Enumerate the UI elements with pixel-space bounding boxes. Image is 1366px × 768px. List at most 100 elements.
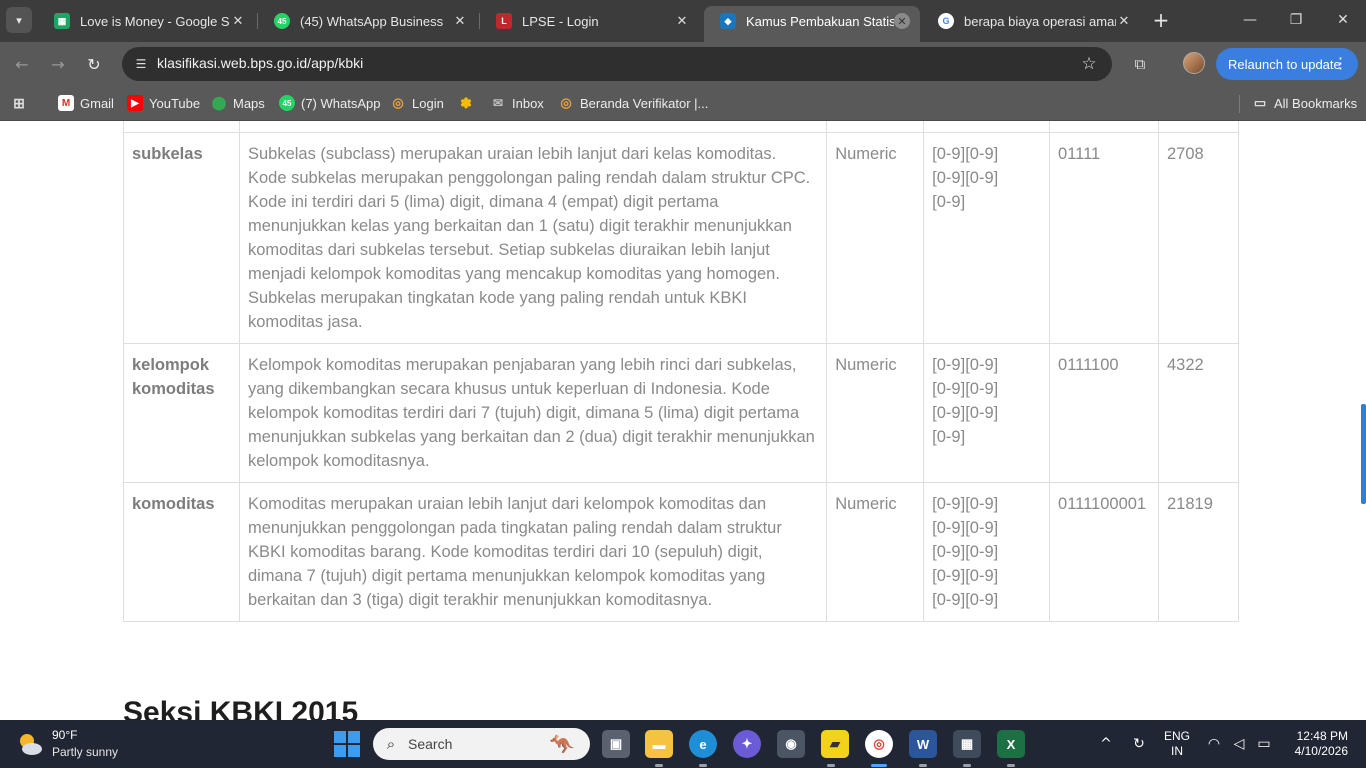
battery-button[interactable]: ▭: [1253, 734, 1275, 754]
wifi-icon: ◠: [1207, 736, 1221, 752]
taskbar-copilot[interactable]: ✦: [733, 730, 761, 758]
word-icon: W: [916, 736, 930, 752]
bookmark-label: Maps: [233, 95, 265, 111]
more-vert-icon: ⋮: [1333, 55, 1348, 72]
running-indicator: [699, 764, 707, 767]
taskbar-clock[interactable]: 12:48 PM 4/10/2026: [1288, 729, 1348, 759]
bookmark-inbox[interactable]: ✉ Inbox: [490, 93, 544, 113]
tab-whatsapp-business[interactable]: 45 (45) WhatsApp Business ✕: [258, 6, 478, 36]
network-button[interactable]: ◠: [1203, 734, 1225, 754]
folder-icon: ▬: [652, 736, 666, 752]
taskbar-chrome[interactable]: ◎: [865, 730, 893, 758]
url-text[interactable]: klasifikasi.web.bps.go.id/app/kbki: [157, 55, 363, 71]
show-hidden-icons-button[interactable]: ^: [1095, 734, 1117, 754]
level-count: 2708: [1158, 132, 1239, 344]
maps-icon: ⬤: [211, 95, 227, 110]
section-heading: Seksi KBKI 2015: [123, 696, 359, 720]
clock-time: 12:48 PM: [1296, 729, 1348, 743]
task-view-button[interactable]: ▣: [602, 730, 630, 758]
bookmark-beranda-verifikator[interactable]: ◎ Beranda Verifikator |...: [558, 93, 708, 113]
tab-kamus-pembakuan-statistik[interactable]: ◆ Kamus Pembakuan Statistik ✕: [704, 6, 920, 42]
all-bookmarks-button[interactable]: ▭ All Bookmarks: [1252, 93, 1357, 113]
bookmark-login[interactable]: ◎ Login: [390, 93, 443, 113]
browser-toolbar: ← → ↻ ☰ klasifikasi.web.bps.go.id/app/kb…: [0, 42, 1366, 86]
level-count: 21819: [1158, 482, 1239, 622]
taskbar-excel[interactable]: X: [997, 730, 1025, 758]
level-description: Kelompok komoditas merupakan penjabaran …: [238, 343, 828, 483]
taskbar-word[interactable]: W: [909, 730, 937, 758]
new-tab-button[interactable]: +: [1150, 8, 1172, 32]
bookmarks-separator: [1239, 95, 1240, 113]
bookmark-youtube[interactable]: ▶ YouTube: [127, 93, 200, 113]
table-row: komoditas Komoditas merupakan uraian leb…: [123, 482, 1239, 622]
close-window-button[interactable]: ✕: [1331, 8, 1355, 32]
tab-title: (45) WhatsApp Business: [300, 13, 444, 29]
minimize-button[interactable]: —: [1238, 8, 1262, 32]
gmail-icon: M: [58, 95, 74, 111]
bookmark-whatsapp[interactable]: 45 (7) WhatsApp: [279, 93, 380, 113]
running-indicator: [963, 764, 971, 767]
bookmark-gmail[interactable]: M Gmail: [58, 93, 114, 113]
folder-icon: ▭: [1253, 95, 1267, 110]
bookmark-photos[interactable]: ✽: [458, 93, 480, 113]
sticky-notes-icon: ▰: [830, 736, 840, 751]
plus-icon: +: [1152, 8, 1170, 32]
level-example: 01111: [1049, 132, 1159, 344]
tab-title: Love is Money - Google Spre: [80, 13, 230, 29]
tab-google-sheets[interactable]: ▦ Love is Money - Google Spre ✕: [38, 6, 256, 36]
google-icon: G: [938, 13, 954, 29]
reload-icon: ↻: [87, 54, 101, 74]
level-name: kelompok komoditas: [123, 343, 240, 483]
running-indicator: [919, 764, 927, 767]
bookmark-label: Gmail: [80, 95, 114, 111]
volume-button[interactable]: ◁: [1228, 734, 1250, 754]
close-icon[interactable]: ✕: [452, 13, 468, 29]
close-icon[interactable]: ✕: [674, 13, 690, 29]
excel-icon: X: [1006, 736, 1016, 752]
bookmark-star-icon[interactable]: ☆: [1078, 53, 1100, 75]
puzzle-icon: ⧉: [1134, 55, 1146, 73]
close-icon[interactable]: ✕: [894, 13, 910, 29]
forward-button[interactable]: →: [46, 52, 70, 76]
verifikator-icon: ◎: [560, 95, 572, 110]
taskbar-sticky-notes[interactable]: ▰: [821, 730, 849, 758]
weather-desc: Partly sunny: [52, 745, 119, 759]
level-example: 0111100: [1049, 343, 1159, 483]
tab-lpse-login[interactable]: L LPSE - Login ✕: [480, 6, 700, 36]
taskbar-file-explorer[interactable]: ▬: [645, 730, 673, 758]
address-bar[interactable]: ☰ klasifikasi.web.bps.go.id/app/kbki ☆: [122, 47, 1112, 81]
relaunch-to-update-button[interactable]: Relaunch to update ⋮: [1216, 48, 1358, 80]
site-settings-icon[interactable]: ☰: [132, 55, 150, 73]
start-button[interactable]: [334, 731, 360, 757]
extensions-button[interactable]: ⧉: [1128, 52, 1152, 76]
page-viewport[interactable]: subkelas Subkelas (subclass) merupakan u…: [0, 121, 1366, 720]
bookmark-maps[interactable]: ⬤ Maps: [211, 93, 265, 113]
back-button[interactable]: ←: [10, 52, 34, 76]
all-bookmarks-label: All Bookmarks: [1274, 95, 1358, 111]
chevron-up-icon: ^: [1100, 736, 1112, 752]
close-icon: ✕: [1337, 12, 1349, 28]
table-row: subkelas Subkelas (subclass) merupakan u…: [123, 132, 1239, 344]
tab-strip: ▾ ▦ Love is Money - Google Spre ✕ 45 (45…: [0, 0, 1366, 42]
input-language-indicator[interactable]: ENG IN: [1164, 729, 1190, 759]
level-type: Numeric: [826, 343, 925, 483]
close-icon[interactable]: ✕: [1116, 13, 1132, 29]
apps-button[interactable]: ⊞: [11, 93, 33, 113]
maximize-button[interactable]: ❐: [1284, 8, 1308, 32]
scrollbar-thumb[interactable]: [1361, 404, 1366, 504]
taskbar-camera[interactable]: ◉: [777, 730, 805, 758]
tab-search-button[interactable]: ▾: [6, 7, 32, 33]
login-icon: ◎: [392, 95, 404, 110]
relaunch-label: Relaunch to update: [1228, 56, 1341, 72]
tab-google-search[interactable]: G berapa biaya operasi amand ✕: [922, 6, 1142, 36]
profile-avatar[interactable]: [1183, 52, 1205, 74]
sync-status-button[interactable]: ↻: [1128, 734, 1150, 754]
taskbar-calculator[interactable]: ▦: [953, 730, 981, 758]
close-icon[interactable]: ✕: [230, 13, 246, 29]
arrow-left-icon: ←: [15, 54, 29, 74]
taskbar-search[interactable]: ⌕ Search 🦘: [373, 728, 590, 760]
running-indicator: [1007, 764, 1015, 767]
table-row: [123, 121, 1239, 133]
reload-button[interactable]: ↻: [82, 52, 106, 76]
taskbar-edge[interactable]: e: [689, 730, 717, 758]
